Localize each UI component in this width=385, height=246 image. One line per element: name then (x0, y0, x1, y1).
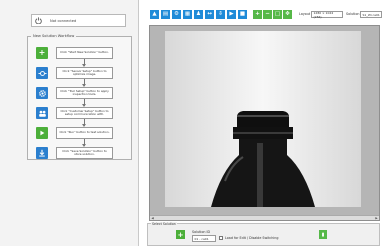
toolbar: ▲ ▤ ⚙ ▦ ♟ ↔ ⇩ ▶ ■ + − □ ✥ Layout 1280 × … (139, 0, 385, 26)
solution-field[interactable]: S1_Wi ca01 (360, 11, 382, 18)
workflow-title: New Solution Workflow (31, 34, 77, 38)
fit-icon[interactable]: □ (273, 10, 282, 19)
flow-arrow (82, 79, 86, 87)
grid-icon[interactable]: ▦ (183, 10, 192, 19)
flow-arrow (82, 119, 86, 127)
solution-id-select[interactable]: 01 - ca01 (192, 235, 216, 242)
connection-status-text: Not connected (50, 18, 77, 23)
workflow-step-label: Click "Sensor Setup" button to optimize … (56, 67, 113, 79)
horizontal-scrollbar[interactable]: ◀ ▶ (150, 215, 379, 220)
flow-arrow (82, 99, 86, 107)
sensor-settings-icon[interactable] (36, 67, 48, 79)
plus-icon[interactable]: + (36, 47, 48, 59)
zoom-in-icon[interactable]: + (253, 10, 262, 19)
zoom-out-icon[interactable]: − (263, 10, 272, 19)
workflow-step-label: Click "Tool Setup" button to apply inspe… (56, 87, 113, 99)
left-panel: Not connected New Solution Workflow + Cl… (0, 0, 139, 246)
download-icon[interactable] (36, 147, 48, 159)
load-edit-label: Load for Edit / Disable Switching (225, 236, 279, 240)
camera-icon[interactable]: ▲ (150, 10, 159, 19)
new-solution-workflow: New Solution Workflow + Click "Start New… (27, 34, 132, 160)
gear-icon[interactable] (36, 87, 48, 99)
play-icon[interactable] (36, 127, 48, 139)
stop-icon[interactable]: ■ (238, 10, 247, 19)
flow-arrow (82, 59, 86, 67)
workflow-step-label: Click "Start New Solution" button. (56, 47, 113, 59)
gear-icon[interactable]: ⚙ (172, 10, 181, 19)
workflow-step-label: Click "Run" button to test solution. (56, 127, 113, 139)
workflow-step-2: Click "Sensor Setup" button to optimize … (36, 67, 128, 87)
flow-arrow (82, 139, 86, 147)
layout-label: Layout (299, 12, 311, 16)
select-solution-title: Select Solution (151, 222, 177, 226)
scroll-left-icon[interactable]: ◀ (150, 216, 155, 220)
people-icon[interactable] (36, 107, 48, 119)
pan-icon[interactable]: ✥ (283, 10, 292, 19)
save-icon[interactable]: ▮ (319, 230, 327, 239)
plus-icon[interactable]: + (176, 230, 185, 239)
layout-field[interactable]: 1280 × 1024 (256) (311, 11, 343, 19)
workflow-step-label: Click "Customer Setup" button to setup c… (56, 107, 113, 119)
upload-icon[interactable]: ⇩ (216, 10, 225, 19)
load-edit-checkbox[interactable] (219, 236, 223, 240)
solution-label: Solution (346, 12, 360, 16)
power-icon[interactable] (35, 17, 42, 25)
workflow-step-4: Click "Customer Setup" button to setup c… (36, 107, 128, 127)
solution-id-label: Solution ID (192, 230, 210, 234)
workflow-step-5: Click "Run" button to test solution. (36, 127, 128, 147)
main-area: ▲ ▤ ⚙ ▦ ♟ ↔ ⇩ ▶ ■ + − □ ✥ Layout 1280 × … (139, 0, 385, 246)
image-viewer[interactable]: ◀ ▶ (149, 25, 380, 221)
workflow-step-6: Click "Save Solution" button to store so… (36, 147, 128, 159)
camera-image[interactable] (165, 31, 361, 207)
workflow-step-label: Click "Save Solution" button to store so… (56, 147, 113, 159)
scroll-right-icon[interactable]: ▶ (374, 216, 379, 220)
select-solution-panel: Select Solution + Solution ID 01 - ca01 … (147, 222, 380, 246)
play-icon[interactable]: ▶ (227, 10, 236, 19)
connection-status: Not connected (31, 14, 126, 27)
bottle-image (165, 31, 361, 207)
workflow-step-1: + Click "Start New Solution" button. (36, 47, 128, 67)
workflow-step-3: Click "Tool Setup" button to apply inspe… (36, 87, 128, 107)
people-icon[interactable]: ♟ (194, 10, 203, 19)
io-icon[interactable]: ↔ (205, 10, 214, 19)
sensor-icon[interactable]: ▤ (161, 10, 170, 19)
